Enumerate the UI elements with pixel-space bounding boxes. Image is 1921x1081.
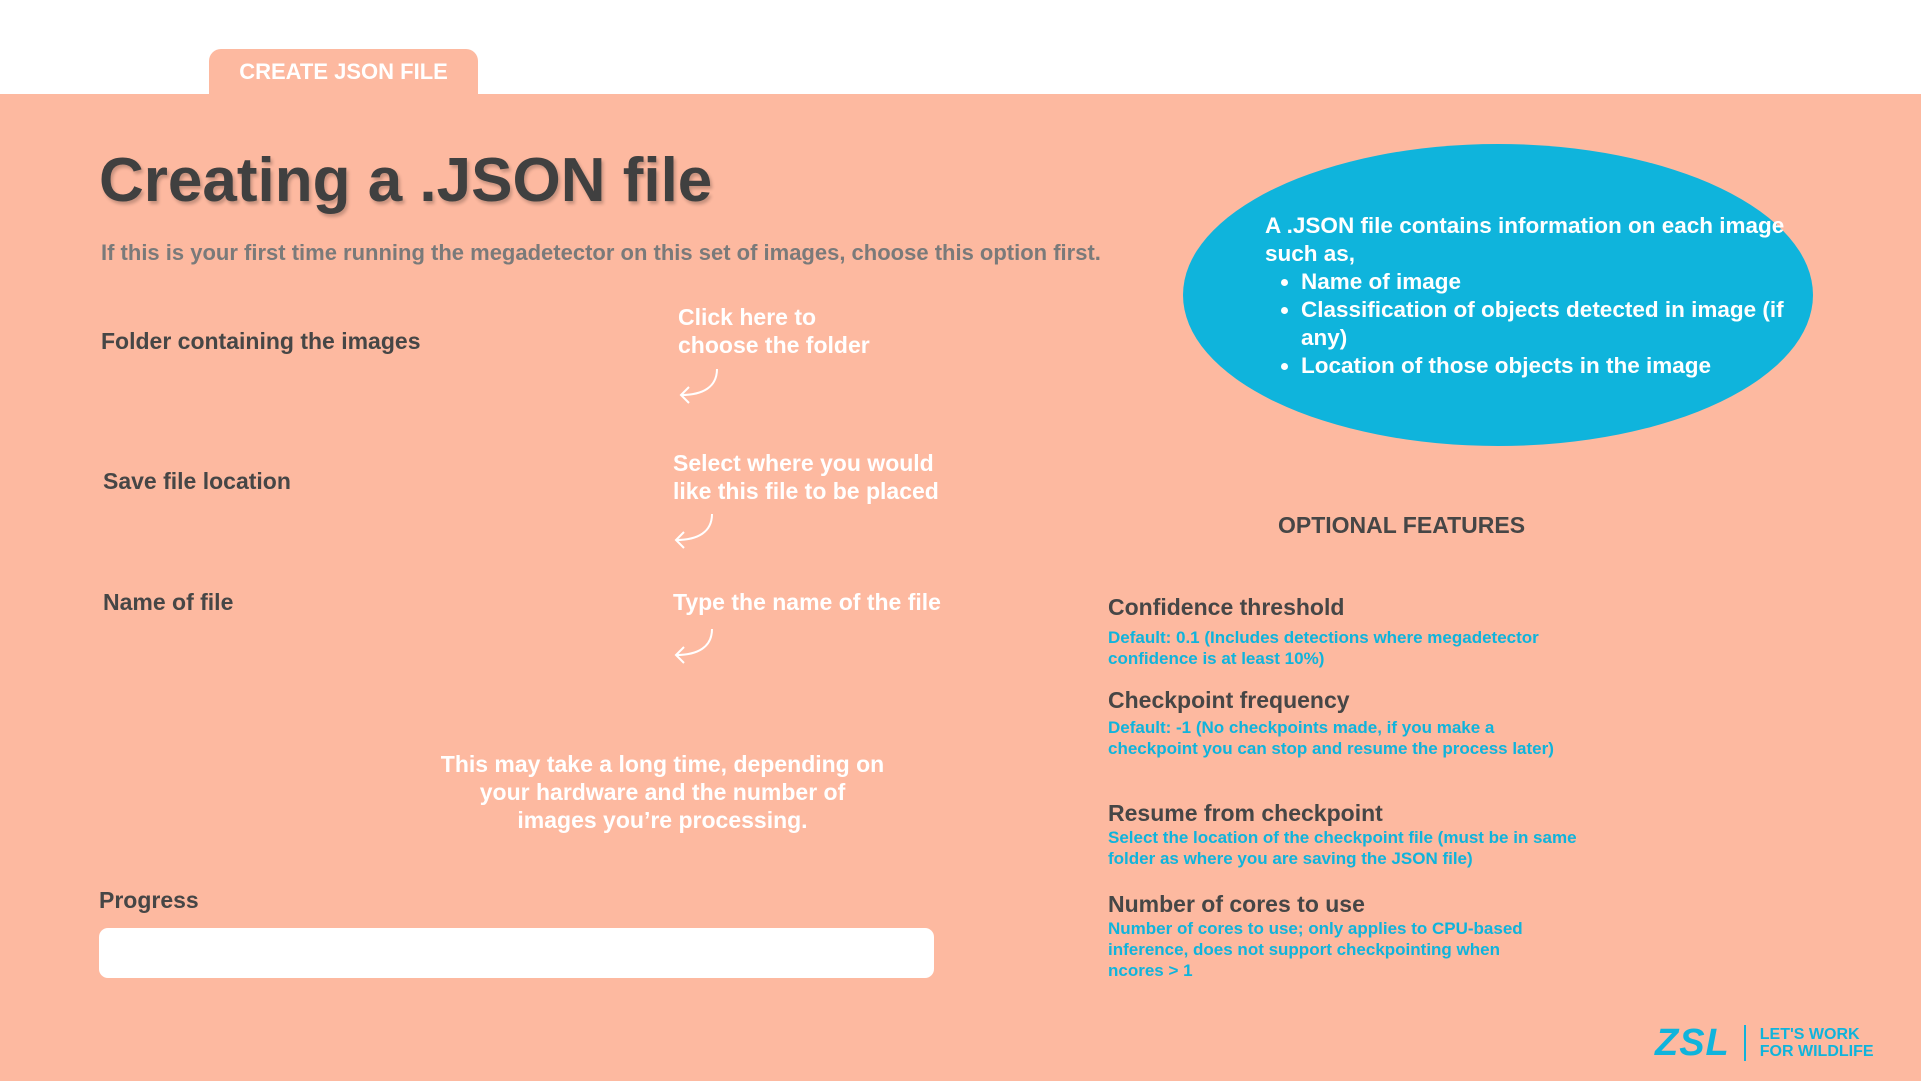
- logo-tagline-line-1: LET'S WORK: [1759, 1026, 1860, 1043]
- tab-create-json-file[interactable]: CREATE JSON FILE: [209, 49, 478, 95]
- logo-divider: [1743, 1025, 1746, 1061]
- option-description: Default: 0.1 (Includes detections where …: [1108, 628, 1539, 668]
- page-subtitle: If this is your first time running the m…: [101, 240, 1101, 265]
- option-label: Number of cores to use: [1108, 891, 1365, 917]
- zsl-logo: ZSL LET'S WORK FOR WILDLIFE: [1655, 1022, 1874, 1064]
- save-location-label: Save file location: [103, 468, 291, 494]
- duration-note: This may take a long time, depending on …: [440, 751, 885, 833]
- option-description: Default: -1 (No checkpoints made, if you…: [1108, 718, 1554, 758]
- logo-tagline: LET'S WORK FOR WILDLIFE: [1760, 1026, 1874, 1060]
- option-label: Checkpoint frequency: [1108, 687, 1350, 713]
- save-location-hint[interactable]: Select where you would like this file to…: [673, 449, 939, 505]
- folder-picker-hint[interactable]: Click here to choose the folder: [678, 303, 870, 359]
- info-list: Name of image Classification of objects …: [1265, 268, 1785, 380]
- optional-features-heading: OPTIONAL FEATURES: [1278, 512, 1526, 538]
- resume-checkpoint-option[interactable]: Resume from checkpoint Select the locati…: [1108, 800, 1578, 869]
- checkpoint-frequency-option[interactable]: Checkpoint frequency Default: -1 (No che…: [1108, 687, 1578, 759]
- folder-field-label: Folder containing the images: [101, 328, 421, 354]
- info-intro: A .JSON file contains information on eac…: [1265, 213, 1785, 266]
- option-description: Number of cores to use; only applies to …: [1108, 919, 1523, 980]
- curved-arrow-icon: [674, 628, 713, 664]
- progress-bar: [99, 928, 934, 978]
- curved-arrow-icon: [674, 513, 713, 549]
- file-name-hint[interactable]: Type the name of the file: [673, 588, 941, 616]
- file-name-label: Name of file: [103, 589, 234, 615]
- option-label: Resume from checkpoint: [1108, 800, 1383, 826]
- curved-arrow-icon: [679, 368, 718, 404]
- progress-label: Progress: [99, 887, 199, 913]
- option-description: Select the location of the checkpoint fi…: [1108, 828, 1577, 868]
- info-item: Location of those objects in the image: [1301, 352, 1785, 380]
- logo-wordmark: ZSL: [1655, 1021, 1730, 1064]
- info-item: Classification of objects detected in im…: [1301, 296, 1785, 352]
- option-label: Confidence threshold: [1108, 594, 1345, 620]
- info-bubble-text: A .JSON file contains information on eac…: [1265, 212, 1785, 380]
- info-item: Name of image: [1301, 268, 1785, 296]
- confidence-threshold-option[interactable]: Confidence threshold Default: 0.1 (Inclu…: [1108, 594, 1578, 669]
- page-title: Creating a .JSON file: [99, 146, 713, 215]
- logo-tagline-line-2: FOR WILDLIFE: [1759, 1043, 1874, 1060]
- cores-option[interactable]: Number of cores to use Number of cores t…: [1108, 891, 1538, 981]
